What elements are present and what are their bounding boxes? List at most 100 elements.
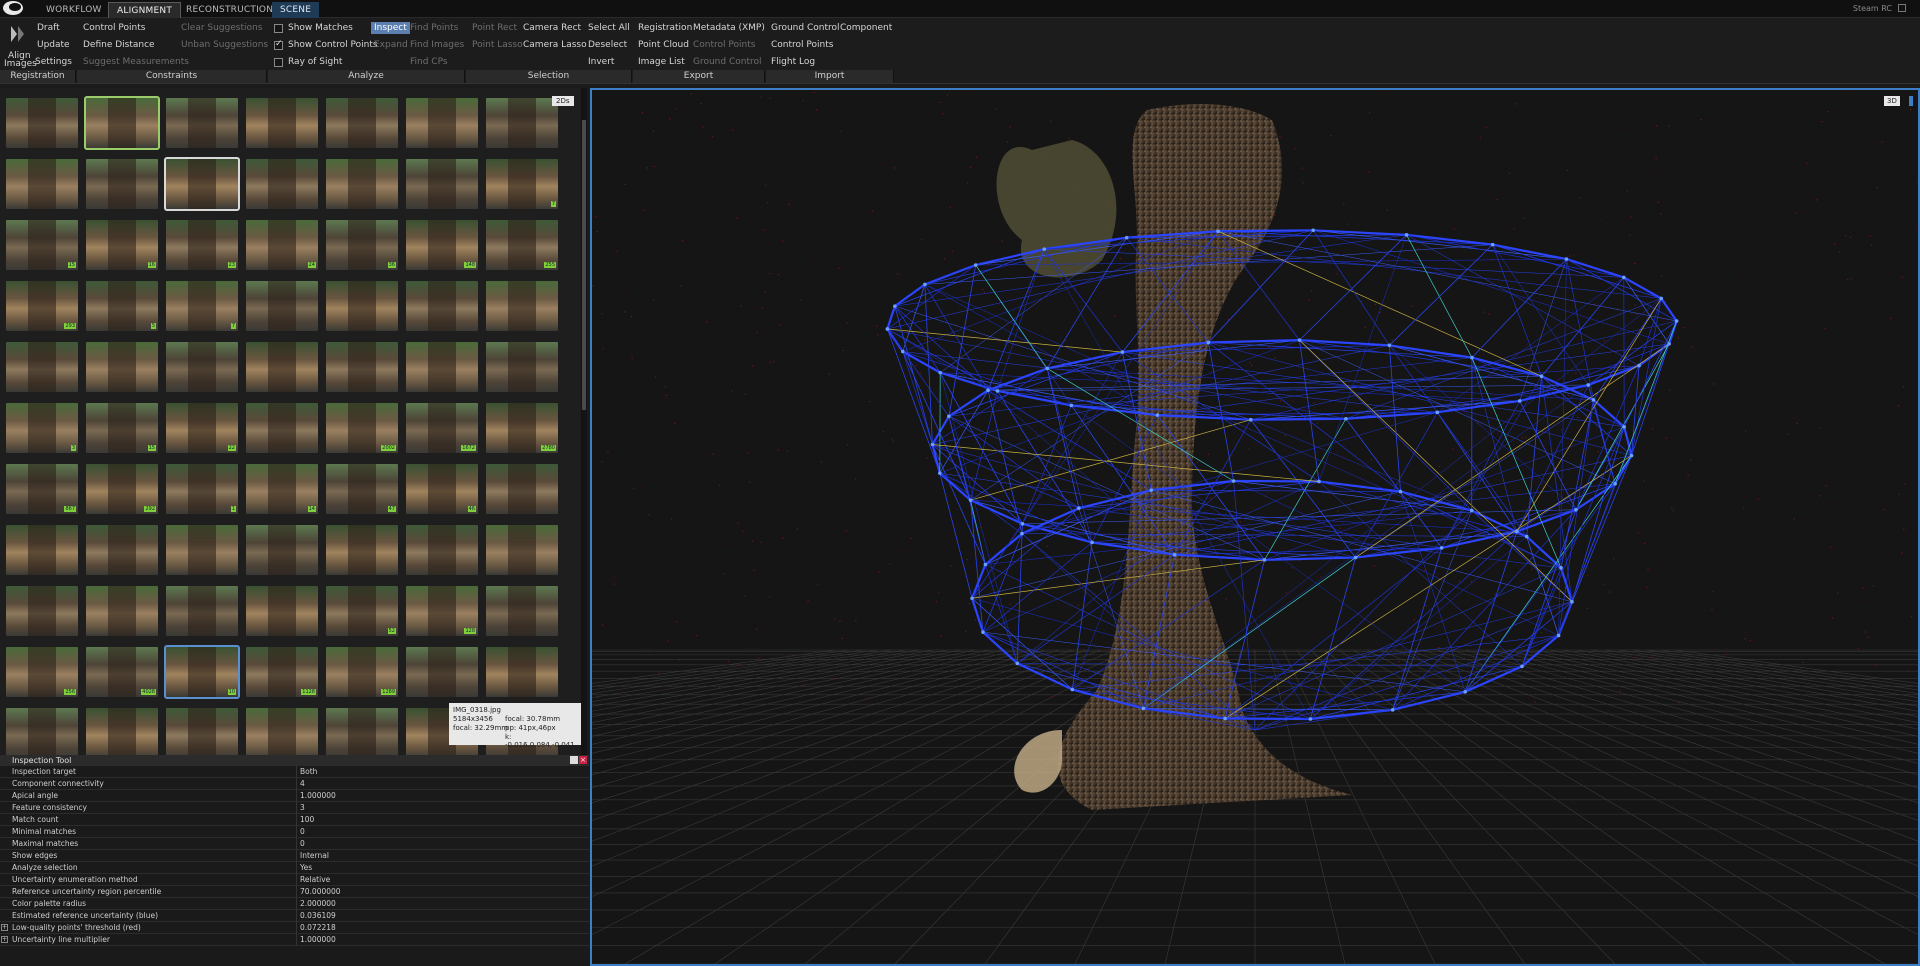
image-thumbnail[interactable] <box>86 708 158 755</box>
show-control-points-label[interactable]: Show Control Points <box>288 39 378 51</box>
camera-node[interactable] <box>930 442 935 447</box>
camera-rect-button[interactable]: Camera Rect <box>523 22 581 34</box>
camera-node[interactable] <box>1020 531 1024 536</box>
import-flight-log-button[interactable]: Flight Log <box>771 56 815 68</box>
image-thumbnail[interactable] <box>246 342 318 392</box>
camera-node[interactable] <box>1674 319 1679 323</box>
image-thumbnail[interactable] <box>166 708 238 755</box>
ray-of-sight-checkbox[interactable] <box>274 58 283 67</box>
image-thumbnail[interactable] <box>246 403 318 453</box>
camera-node[interactable] <box>1172 552 1177 557</box>
camera-lasso-button[interactable]: Camera Lasso <box>523 39 587 51</box>
pin-icon[interactable] <box>570 756 578 764</box>
inspection-property-value[interactable]: 0 <box>300 826 305 838</box>
camera-node[interactable] <box>1206 340 1211 345</box>
camera-node[interactable] <box>1622 275 1626 280</box>
camera-node[interactable] <box>1149 488 1154 492</box>
show-matches-label[interactable]: Show Matches <box>288 22 353 34</box>
image-thumbnail[interactable]: 256 <box>6 647 78 697</box>
align-images-label-2[interactable]: Images <box>4 58 37 70</box>
camera-node[interactable] <box>1223 716 1227 721</box>
inspection-property-row[interactable]: Minimal matches 0 <box>0 826 589 838</box>
camera-node[interactable] <box>1141 706 1146 711</box>
inspection-property-value[interactable]: 0.036109 <box>300 910 336 922</box>
camera-node[interactable] <box>1570 599 1574 604</box>
align-images-icon[interactable] <box>10 24 26 44</box>
select-all-button[interactable]: Select All <box>588 22 630 34</box>
camera-node[interactable] <box>1539 374 1544 379</box>
image-thumbnail[interactable] <box>86 342 158 392</box>
camera-node[interactable] <box>1120 350 1125 354</box>
image-thumbnail[interactable]: 1672 <box>406 403 478 453</box>
image-thumbnail[interactable]: 292 <box>86 464 158 514</box>
image-thumbnail[interactable] <box>246 586 318 636</box>
inspection-property-value[interactable]: Both <box>300 766 317 778</box>
image-thumbnail[interactable]: 14 <box>246 464 318 514</box>
image-thumbnail[interactable] <box>246 159 318 209</box>
image-thumbnail[interactable]: 16 <box>86 220 158 270</box>
camera-node[interactable] <box>1435 410 1440 415</box>
control-points-button[interactable]: Control Points <box>83 22 145 34</box>
image-thumbnail[interactable] <box>486 342 558 392</box>
camera-node[interactable] <box>970 596 974 601</box>
inspection-property-value[interactable]: 70.000000 <box>300 886 341 898</box>
image-thumbnail[interactable] <box>486 525 558 575</box>
import-ground-control-button[interactable]: Ground Control <box>771 22 840 34</box>
image-thumbnail[interactable]: 255 <box>486 220 558 270</box>
camera-node[interactable] <box>885 327 890 331</box>
image-thumbnail[interactable]: 3 <box>6 403 78 453</box>
inspection-property-row[interactable]: Inspection target Both <box>0 766 589 778</box>
camera-node[interactable] <box>1216 229 1220 234</box>
export-point-cloud-button[interactable]: Point Cloud <box>638 39 689 51</box>
import-component-button[interactable]: Component <box>840 22 892 34</box>
image-thumbnail[interactable]: 1289 <box>326 647 398 697</box>
image-thumbnail[interactable] <box>6 98 78 148</box>
inspection-property-row[interactable]: Maximal matches 0 <box>0 838 589 850</box>
camera-node[interactable] <box>938 471 942 475</box>
camera-node[interactable] <box>1090 540 1094 545</box>
camera-node[interactable] <box>1469 508 1474 513</box>
inspection-property-row[interactable]: Reference uncertainty region percentile 7… <box>0 886 589 898</box>
image-thumbnail[interactable]: 36 <box>326 220 398 270</box>
clear-suggestions-button[interactable]: Clear Suggestions <box>181 22 262 34</box>
image-thumbnail[interactable] <box>406 647 478 697</box>
inspection-property-row[interactable]: Uncertainty enumeration method Relative <box>0 874 589 886</box>
point-rect-button[interactable]: Point Rect <box>472 22 517 34</box>
camera-node[interactable] <box>893 304 897 308</box>
image-thumbnail[interactable] <box>326 281 398 331</box>
image-thumbnail[interactable] <box>6 525 78 575</box>
camera-node[interactable] <box>981 630 985 634</box>
camera-node[interactable] <box>1045 366 1049 371</box>
image-thumbnail[interactable] <box>486 586 558 636</box>
inspection-property-value[interactable]: 0 <box>300 838 305 850</box>
image-thumbnail[interactable]: 46 <box>406 464 478 514</box>
camera-node[interactable] <box>1353 555 1358 560</box>
camera-node[interactable] <box>968 498 973 502</box>
expand-icon[interactable]: + <box>1 936 8 943</box>
image-thumbnail[interactable] <box>406 342 478 392</box>
inspection-property-value[interactable]: 100 <box>300 814 314 826</box>
invert-button[interactable]: Invert <box>588 56 614 68</box>
inspection-property-row[interactable]: Apical angle 1.000000 <box>0 790 589 802</box>
image-thumbnail[interactable]: 128 <box>406 586 478 636</box>
image-thumbnail[interactable]: 1128 <box>246 647 318 697</box>
inspection-property-value[interactable]: 1.000000 <box>300 934 336 946</box>
camera-node[interactable] <box>1470 355 1474 360</box>
image-thumbnail[interactable]: 52 <box>326 586 398 636</box>
camera-node[interactable] <box>1564 257 1569 261</box>
inspection-property-row[interactable]: Component connectivity 4 <box>0 778 589 790</box>
image-thumbnail[interactable]: 2780 <box>486 403 558 453</box>
point-lasso-button[interactable]: Point Lasso <box>472 39 523 51</box>
image-thumbnail[interactable]: 15 <box>86 403 158 453</box>
inspection-property-row[interactable]: + Low-quality points' threshold (red) 0.07… <box>0 922 589 934</box>
tab-workflow[interactable]: WORKFLOW <box>38 2 110 18</box>
camera-node[interactable] <box>1659 296 1664 301</box>
inspection-property-row[interactable]: + Uncertainty line multiplier 1.000000 <box>0 934 589 946</box>
camera-node[interactable] <box>1637 363 1641 368</box>
close-icon[interactable]: × <box>579 756 587 764</box>
export-control-points-button[interactable]: Control Points <box>693 39 755 51</box>
camera-node[interactable] <box>1390 708 1395 712</box>
camera-node[interactable] <box>973 263 978 267</box>
find-points-button[interactable]: Find Points <box>410 22 458 34</box>
camera-node[interactable] <box>1667 342 1671 346</box>
